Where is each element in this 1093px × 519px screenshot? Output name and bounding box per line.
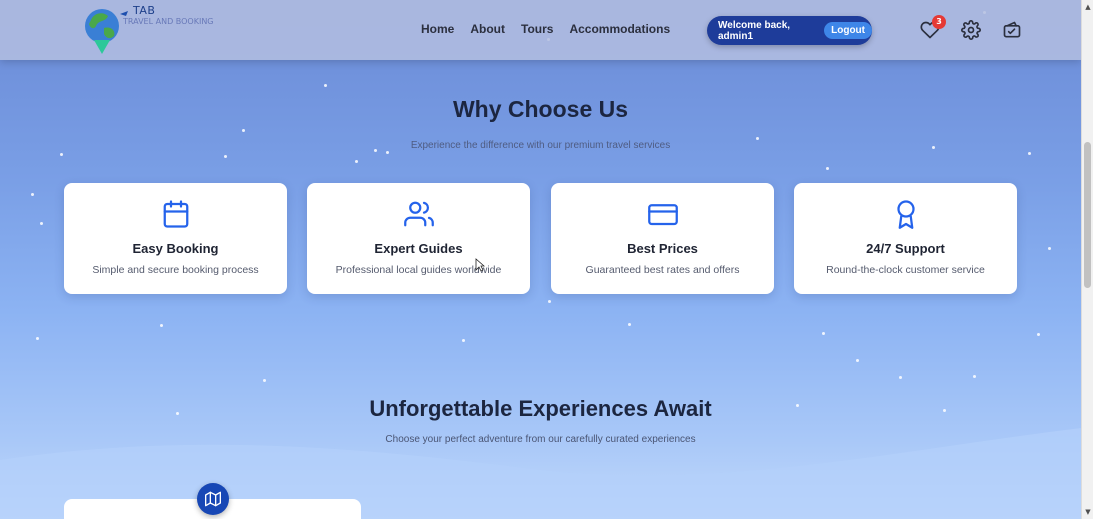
experiences-title: Unforgettable Experiences Await xyxy=(369,396,712,421)
map-icon[interactable] xyxy=(197,483,229,515)
card-description: Professional local guides worldwide xyxy=(335,264,502,276)
feature-card-best-prices[interactable]: Best Prices Guaranteed best rates and of… xyxy=(551,183,774,294)
experiences-subtitle: Choose your perfect adventure from our c… xyxy=(385,434,696,445)
gear-icon[interactable] xyxy=(961,20,981,40)
scroll-down-arrow-icon[interactable]: ▼ xyxy=(1084,508,1092,516)
nav-accommodations[interactable]: Accommodations xyxy=(569,22,670,36)
card-description: Guaranteed best rates and offers xyxy=(585,264,740,276)
nav-about[interactable]: About xyxy=(470,22,505,36)
wallet-icon[interactable] xyxy=(1002,20,1022,40)
scroll-thumb[interactable] xyxy=(1084,142,1091,288)
feature-card-expert-guides[interactable]: Expert Guides Professional local guides … xyxy=(307,183,530,294)
card-title: Easy Booking xyxy=(132,241,219,256)
award-icon xyxy=(891,199,921,229)
card-title: 24/7 Support xyxy=(866,241,945,256)
site-header: TAB TRAVEL AND BOOKING Home About Tours … xyxy=(0,0,1081,60)
card-description: Simple and secure booking process xyxy=(92,264,259,276)
feature-card-support[interactable]: 24/7 Support Round-the-clock customer se… xyxy=(794,183,1017,294)
logout-button[interactable]: Logout xyxy=(824,22,872,39)
scroll-up-arrow-icon[interactable]: ▲ xyxy=(1084,3,1092,11)
main-nav: Home About Tours Accommodations xyxy=(421,22,686,36)
why-choose-us-title: Why Choose Us xyxy=(452,96,629,122)
welcome-text: Welcome back, admin1 xyxy=(718,19,791,42)
credit-card-icon xyxy=(648,199,678,229)
mouse-cursor-icon xyxy=(475,258,485,272)
card-description: Round-the-clock customer service xyxy=(826,264,985,276)
users-icon xyxy=(404,199,434,229)
logo-subtext: TRAVEL AND BOOKING xyxy=(123,17,214,26)
nav-home[interactable]: Home xyxy=(421,22,454,36)
vertical-scrollbar[interactable]: ▲ ▼ xyxy=(1081,0,1093,519)
page: TAB TRAVEL AND BOOKING Home About Tours … xyxy=(0,0,1081,519)
wishlist-count-badge: 3 xyxy=(932,15,946,29)
globe-pin-logo-icon xyxy=(85,9,128,54)
nav-tours[interactable]: Tours xyxy=(521,22,553,36)
calendar-icon xyxy=(161,199,191,229)
card-title: Expert Guides xyxy=(374,241,463,256)
why-choose-us-subtitle: Experience the difference with our premi… xyxy=(410,140,671,151)
card-title: Best Prices xyxy=(627,241,698,256)
welcome-pill: Welcome back, admin1 Logout xyxy=(707,16,872,45)
logo-text: TAB xyxy=(133,4,156,17)
feature-card-easy-booking[interactable]: Easy Booking Simple and secure booking p… xyxy=(64,183,287,294)
